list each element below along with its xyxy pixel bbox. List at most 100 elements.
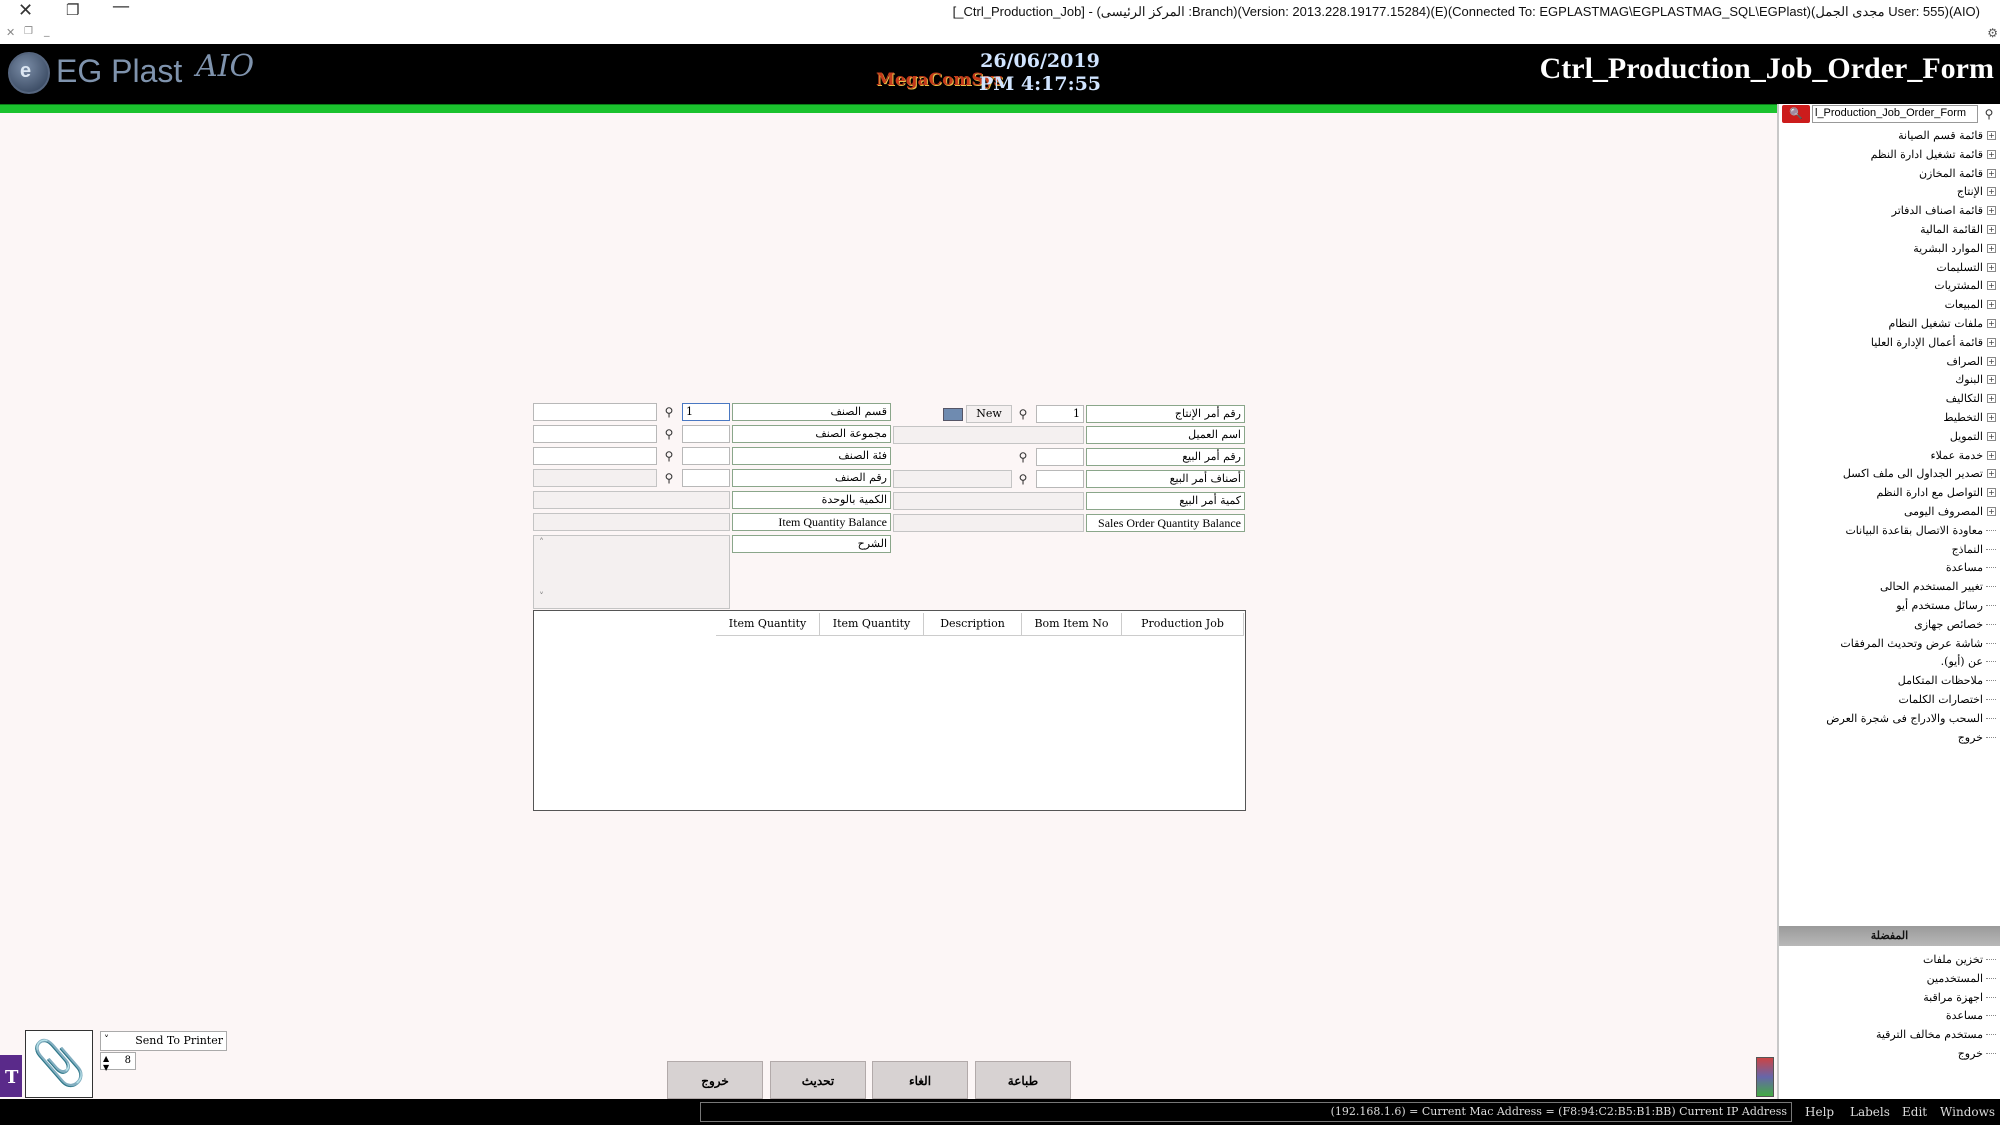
copies-stepper[interactable]: ▲ ▼ 8: [100, 1052, 136, 1072]
expand-icon[interactable]: +: [1987, 131, 1996, 140]
expand-icon[interactable]: +: [1987, 319, 1996, 328]
expand-icon[interactable]: +: [1987, 469, 1996, 479]
color-tool-icon[interactable]: [1756, 1057, 1774, 1097]
tree-item[interactable]: + الصراف: [1947, 352, 1996, 371]
expand-icon[interactable]: +: [1987, 225, 1996, 234]
sales-order-input[interactable]: [1036, 448, 1084, 466]
stepper-down-icon[interactable]: ▼: [103, 1060, 109, 1076]
tree-item[interactable]: + البنوك: [1955, 370, 1996, 389]
tree-item[interactable]: + قائمة المخازن: [1919, 164, 1996, 183]
new-button[interactable]: New: [966, 405, 1012, 423]
item-category-code-input[interactable]: [682, 447, 730, 465]
navigation-icon[interactable]: [943, 408, 963, 421]
grid-header-item-quantity-2[interactable]: Item Quantity: [716, 613, 820, 635]
grid-header-bom-item-no[interactable]: Bom Item No: [1022, 613, 1122, 635]
tree-item[interactable]: + ملفات تشغيل النظام: [1888, 314, 1996, 333]
job-items-grid[interactable]: Production Job Bom Item No Description I…: [533, 610, 1246, 811]
minimize-icon[interactable]: —: [112, 0, 130, 17]
menu-search-input[interactable]: l_Production_Job_Order_Form: [1812, 105, 1978, 123]
tree-item[interactable]: + قائمة اصناف الدفاتر: [1892, 201, 1996, 220]
tree-item[interactable]: + المشتريات: [1934, 276, 1996, 295]
expand-icon[interactable]: +: [1987, 243, 1996, 253]
tree-item[interactable]: + الموارد البشرية: [1913, 239, 1996, 258]
description-textarea[interactable]: ˄ ˅: [533, 535, 730, 609]
menu-labels[interactable]: Labels: [1850, 1105, 1890, 1119]
tree-item[interactable]: تغيير المستخدم الحالى: [1880, 577, 1996, 596]
tree-item[interactable]: + قائمة قسم الصيانة: [1898, 126, 1996, 145]
mdi-minimize-icon[interactable]: _: [44, 24, 50, 37]
tree-item[interactable]: + التخطيط: [1943, 408, 1996, 427]
favorite-item[interactable]: المستخدمين: [1927, 969, 1996, 988]
favorite-item[interactable]: تخزين ملفات: [1923, 950, 1996, 969]
expand-icon[interactable]: +: [1987, 337, 1996, 347]
search-icon[interactable]: ⚲: [1980, 105, 1998, 123]
expand-icon[interactable]: +: [1987, 168, 1996, 178]
mdi-close-icon[interactable]: ✕: [6, 26, 15, 39]
tree-item[interactable]: مساعدة: [1946, 558, 1996, 577]
mdi-restore-icon[interactable]: ❐: [24, 26, 33, 37]
menu-edit[interactable]: Edit: [1902, 1105, 1927, 1119]
item-section-code-input[interactable]: 1: [682, 403, 730, 421]
search-button[interactable]: 🔍: [1782, 105, 1810, 123]
tree-item[interactable]: + خدمة عملاء: [1930, 446, 1996, 465]
tree-item[interactable]: النماذج: [1952, 540, 1996, 559]
expand-icon[interactable]: +: [1987, 300, 1996, 310]
refresh-button[interactable]: تحديث: [770, 1061, 866, 1099]
expand-icon[interactable]: +: [1987, 375, 1996, 385]
expand-icon[interactable]: +: [1987, 281, 1996, 291]
favorite-item[interactable]: اجهزة مراقبة: [1923, 988, 1996, 1007]
grid-header-description[interactable]: Description: [924, 613, 1022, 635]
scroll-up-icon[interactable]: ˄: [539, 538, 544, 549]
expand-icon[interactable]: +: [1987, 413, 1996, 422]
tree-item[interactable]: + قائمة تشغيل ادارة النظم: [1871, 145, 1996, 164]
tree-item[interactable]: اختصارات الكلمات: [1899, 690, 1996, 709]
tree-item[interactable]: + القائمة المالية: [1920, 220, 1996, 239]
menu-windows[interactable]: Windows: [1940, 1105, 1995, 1119]
side-tab[interactable]: T: [0, 1055, 22, 1097]
expand-icon[interactable]: +: [1987, 262, 1996, 272]
tree-item[interactable]: خصائص جهازى: [1914, 615, 1996, 634]
print-button[interactable]: طباعة: [975, 1061, 1071, 1099]
item-no-search-icon[interactable]: ⚲: [659, 469, 679, 487]
expand-icon[interactable]: +: [1987, 431, 1996, 441]
restore-icon[interactable]: ❐: [66, 1, 79, 19]
job-no-input[interactable]: 1: [1036, 405, 1084, 423]
tree-item[interactable]: + المصروف اليومى: [1904, 502, 1996, 521]
item-category-search-icon[interactable]: ⚲: [659, 447, 679, 465]
expand-icon[interactable]: +: [1987, 149, 1996, 159]
tree-item[interactable]: + التكاليف: [1946, 389, 1996, 408]
printer-select[interactable]: ˅ Send To Printer: [100, 1031, 227, 1051]
grid-header-production-job[interactable]: Production Job: [1122, 613, 1244, 635]
tree-item[interactable]: ملاحظات المتكامل: [1898, 671, 1996, 690]
item-section-search-icon[interactable]: ⚲: [659, 403, 679, 421]
tree-item[interactable]: السحب والادراج فى شجرة العرض: [1826, 709, 1996, 728]
tree-item[interactable]: + الإنتاج: [1957, 182, 1996, 201]
menu-help[interactable]: Help: [1805, 1105, 1834, 1119]
expand-icon[interactable]: +: [1987, 394, 1996, 404]
tree-item[interactable]: + المبيعات: [1945, 295, 1996, 314]
expand-icon[interactable]: +: [1987, 450, 1996, 460]
expand-icon[interactable]: +: [1987, 206, 1996, 216]
favorite-item[interactable]: خروج: [1958, 1044, 1996, 1063]
tree-item[interactable]: خروج: [1958, 728, 1996, 747]
tree-item[interactable]: + التسليمات: [1936, 258, 1996, 277]
job-no-search-icon[interactable]: ⚲: [1013, 405, 1033, 423]
exit-button[interactable]: خروج: [667, 1061, 763, 1099]
attachment-icon[interactable]: 📎: [25, 1030, 93, 1098]
item-group-code-input[interactable]: [682, 425, 730, 443]
tree-item[interactable]: معاودة الاتصال بقاعدة البيانات: [1845, 521, 1996, 540]
tree-item[interactable]: + تصدير الجداول الى ملف اكسل: [1843, 464, 1996, 483]
item-group-search-icon[interactable]: ⚲: [659, 425, 679, 443]
settings-icon[interactable]: ⚙: [1987, 26, 1998, 40]
tree-item[interactable]: + التواصل مع ادارة النظم: [1876, 483, 1996, 502]
favorite-item[interactable]: مساعدة: [1946, 1006, 1996, 1025]
sales-order-search-icon[interactable]: ⚲: [1013, 448, 1033, 466]
tree-item[interactable]: عن (أيو).: [1941, 652, 1996, 671]
expand-icon[interactable]: +: [1987, 187, 1996, 197]
item-no-input[interactable]: [682, 469, 730, 487]
cancel-button[interactable]: الغاء: [872, 1061, 968, 1099]
tree-item[interactable]: + التمويل: [1950, 427, 1996, 446]
tree-item[interactable]: + قائمة أعمال الإدارة العليا: [1871, 333, 1996, 352]
expand-icon[interactable]: +: [1987, 507, 1996, 516]
sales-item-search-icon[interactable]: ⚲: [1013, 470, 1033, 488]
